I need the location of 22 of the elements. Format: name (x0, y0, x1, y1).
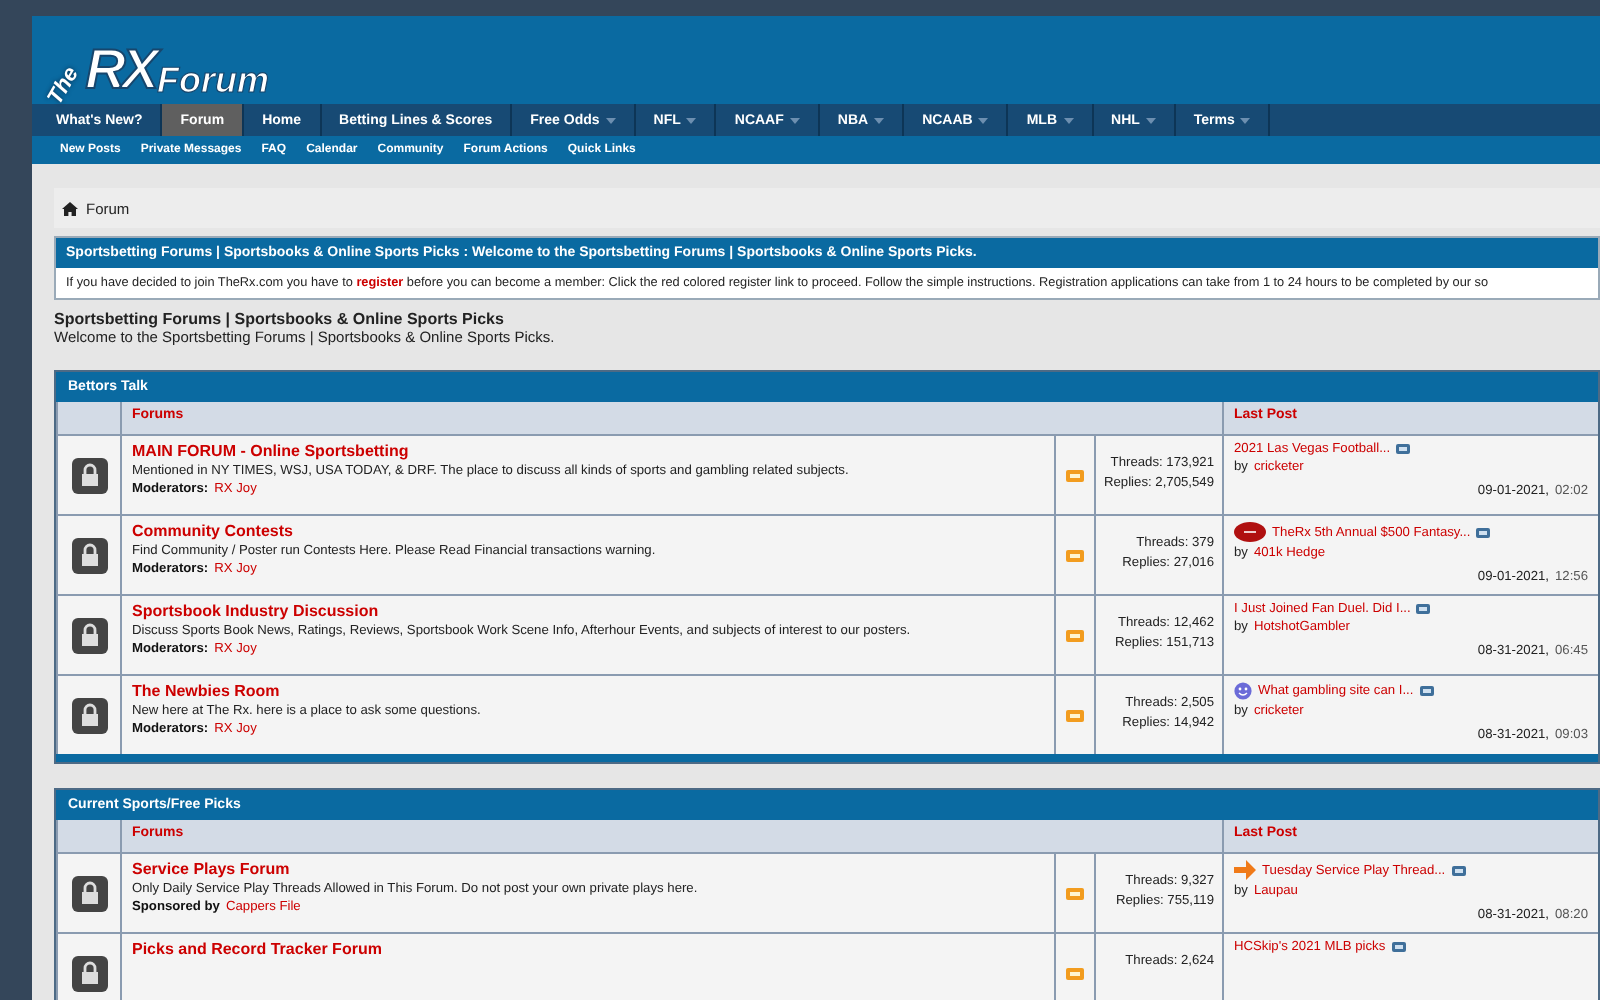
lock-icon (71, 955, 107, 991)
lock-icon (71, 537, 107, 573)
home-icon[interactable] (62, 201, 78, 215)
intro-title: Sportsbetting Forums | Sportsbooks & Online Sports Picks (54, 310, 506, 328)
forum-title-link[interactable]: Community Contests (132, 522, 1044, 540)
forum-title-link[interactable]: Sportsbook Industry Discussion (132, 602, 1044, 620)
forum-title-link[interactable]: The Newbies Room (132, 682, 1044, 700)
jump-to-post-icon[interactable] (1391, 942, 1406, 952)
header-cell (58, 820, 120, 852)
lock-icon (71, 875, 107, 911)
header-cell (58, 402, 120, 434)
lock-icon (71, 697, 107, 733)
jump-to-post-icon[interactable] (1416, 604, 1431, 614)
lock-icon (71, 617, 107, 653)
forum-title-link[interactable]: MAIN FORUM - Online Sportsbetting (132, 442, 1044, 460)
jump-to-post-icon[interactable] (1396, 444, 1411, 454)
jump-to-post-icon[interactable] (1451, 865, 1466, 875)
jump-to-post-icon[interactable] (1476, 527, 1491, 537)
forum-title-link[interactable]: Service Plays Forum (132, 860, 1044, 878)
lock-icon (71, 457, 107, 493)
jump-to-post-icon[interactable] (1419, 686, 1434, 696)
site-logo[interactable]: The RXForum (44, 16, 269, 104)
